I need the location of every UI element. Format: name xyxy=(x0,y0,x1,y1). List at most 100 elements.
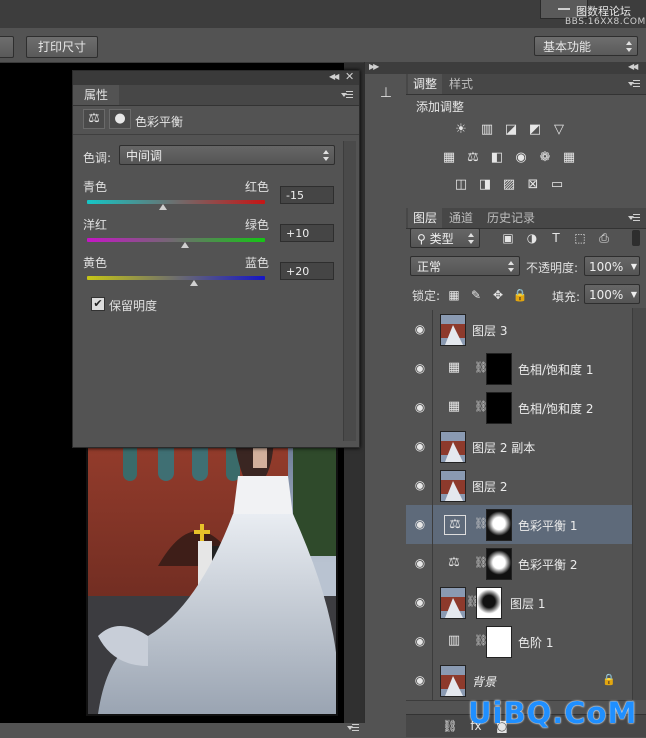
layer-row[interactable]: ◉ 图层 2 副本 xyxy=(406,427,632,467)
photo-filter-icon[interactable]: ◉ xyxy=(512,151,530,165)
vibrance-icon[interactable]: ▽ xyxy=(550,123,568,137)
layer-name: 色彩平衡 2 xyxy=(518,558,578,572)
channel-mixer-icon[interactable]: ❁ xyxy=(536,151,554,165)
link-icon[interactable]: ⛓ xyxy=(466,595,480,609)
close-icon[interactable]: ✕ xyxy=(345,70,354,83)
layer-row[interactable]: ◉ ⚖ ⛓ 色彩平衡 1 xyxy=(406,505,632,545)
properties-scrollbar[interactable] xyxy=(343,141,356,441)
opacity-field[interactable]: 100% ▼ xyxy=(584,256,640,276)
slider-cyan-red-track[interactable] xyxy=(87,200,265,204)
exposure-icon[interactable]: ◩ xyxy=(526,123,544,137)
slider-magenta-green-thumb[interactable] xyxy=(180,242,189,248)
workspace-select[interactable]: 基本功能 xyxy=(534,36,638,56)
color-lookup-icon[interactable]: ▦ xyxy=(560,151,578,165)
selective-color-icon[interactable]: ⊠ xyxy=(524,178,542,192)
layer-mask-thumbnail[interactable] xyxy=(486,509,512,541)
slider-magenta-green-value[interactable]: +10 xyxy=(280,224,334,242)
tab-adjustments[interactable]: 调整 xyxy=(408,74,442,94)
slider-cyan-red-value[interactable]: -15 xyxy=(280,186,334,204)
adjustments-titlebar: ◀◀ xyxy=(406,62,646,74)
slider-yellow-blue-thumb[interactable] xyxy=(189,280,198,286)
slider-magenta-green-track[interactable] xyxy=(87,238,265,242)
print-size-button[interactable]: 打印尺寸 xyxy=(26,36,98,58)
tab-styles[interactable]: 样式 xyxy=(444,74,478,94)
properties-titlebar[interactable]: ◀◀ ✕ xyxy=(73,70,359,85)
gradient-map-icon[interactable]: ▭ xyxy=(548,178,566,192)
visibility-eye-icon[interactable]: ◉ xyxy=(412,595,428,609)
layer-mask-thumbnail[interactable] xyxy=(486,626,512,658)
lock-position-icon[interactable]: ✥ xyxy=(490,287,506,303)
filter-pixel-icon[interactable]: ▣ xyxy=(500,230,516,246)
layers-scrollbar[interactable] xyxy=(632,308,646,700)
invert-icon[interactable]: ◫ xyxy=(452,178,470,192)
preserve-luminosity-checkbox[interactable]: ✔ xyxy=(91,297,105,311)
layer-row[interactable]: ◉ ▦ ⛓ 色相/饱和度 2 xyxy=(406,388,632,428)
layer-row[interactable]: ◉ 图层 3 xyxy=(406,310,632,350)
filter-type-icon[interactable]: T xyxy=(548,230,564,246)
filter-toggle-switch[interactable] xyxy=(632,230,640,246)
lock-transparency-icon[interactable]: ▦ xyxy=(446,287,462,303)
brightness-icon[interactable]: ☀ xyxy=(452,123,470,137)
layer-row[interactable]: ◉ ▥ ⛓ 色阶 1 xyxy=(406,622,632,662)
visibility-eye-icon[interactable]: ◉ xyxy=(412,400,428,414)
fill-field[interactable]: 100% ▼ xyxy=(584,284,640,304)
posterize-icon[interactable]: ◨ xyxy=(476,178,494,192)
panel-menu-icon[interactable] xyxy=(341,91,353,99)
link-icon[interactable]: ⛓ xyxy=(474,361,488,375)
blend-mode-select[interactable]: 正常 xyxy=(410,256,520,276)
slider-cyan-red-thumb[interactable] xyxy=(158,204,167,210)
lock-pixels-icon[interactable]: ✎ xyxy=(468,287,484,303)
layer-row[interactable]: ◉ 背景 🔒 xyxy=(406,661,632,701)
layer-row[interactable]: ◉ 图层 2 xyxy=(406,466,632,506)
visibility-eye-icon[interactable]: ◉ xyxy=(412,322,428,336)
filter-smart-object-icon[interactable]: ⎙ xyxy=(596,230,612,246)
lock-all-icon[interactable]: 🔒 xyxy=(512,287,528,303)
layer-mask-thumbnail[interactable] xyxy=(476,587,502,619)
layer-row[interactable]: ◉ ⛓ 图层 1 xyxy=(406,583,632,623)
slider-yellow-blue-value[interactable]: +20 xyxy=(280,262,334,280)
tab-history[interactable]: 历史记录 xyxy=(480,208,542,228)
layer-mask-thumbnail[interactable] xyxy=(486,392,512,424)
panel-menu-icon[interactable] xyxy=(628,80,640,88)
curves-icon[interactable]: ◪ xyxy=(502,123,520,137)
visibility-eye-icon[interactable]: ◉ xyxy=(412,556,428,570)
options-button-partial[interactable] xyxy=(0,36,14,58)
link-icon[interactable]: ⛓ xyxy=(474,556,488,570)
slider-yellow-blue-track[interactable] xyxy=(87,276,265,280)
visibility-eye-icon[interactable]: ◉ xyxy=(412,361,428,375)
tone-select[interactable]: 中间调 xyxy=(119,145,335,165)
layer-row[interactable]: ◉ ⚖ ⛓ 色彩平衡 2 xyxy=(406,544,632,584)
hue-saturation-icon[interactable]: ▦ xyxy=(440,151,458,165)
filter-adjustment-icon[interactable]: ◑ xyxy=(524,230,540,246)
visibility-eye-icon[interactable]: ◉ xyxy=(412,439,428,453)
tab-channels[interactable]: 通道 xyxy=(444,208,478,228)
tab-properties[interactable]: 属性 xyxy=(73,85,119,105)
color-balance-icon[interactable]: ⚖ xyxy=(464,151,482,165)
visibility-eye-icon[interactable]: ◉ xyxy=(412,673,428,687)
watermark-url: BBS.16XX8.COM xyxy=(565,17,646,27)
layer-mask-icon[interactable]: ● xyxy=(109,109,131,129)
stamp-icon[interactable]: ⊥ xyxy=(377,84,395,102)
link-icon[interactable]: ⛓ xyxy=(474,517,488,531)
layer-mask-thumbnail[interactable] xyxy=(486,548,512,580)
filter-shape-icon[interactable]: ⬚ xyxy=(572,230,588,246)
layer-mask-thumbnail[interactable] xyxy=(486,353,512,385)
lock-icon: 🔒 xyxy=(602,673,616,686)
layer-row[interactable]: ◉ ▦ ⛓ 色相/饱和度 1 xyxy=(406,349,632,389)
link-layers-icon[interactable]: ⛓ xyxy=(442,718,458,734)
link-icon[interactable]: ⛓ xyxy=(474,400,488,414)
panel-menu-icon[interactable] xyxy=(628,214,640,222)
collapse-icon[interactable]: ◀◀ xyxy=(329,72,339,81)
expand-icon[interactable]: ▶▶ xyxy=(369,62,379,71)
layer-filter-select[interactable]: ⚲ 类型 xyxy=(410,228,480,248)
visibility-eye-icon[interactable]: ◉ xyxy=(412,478,428,492)
black-white-icon[interactable]: ◧ xyxy=(488,151,506,165)
threshold-icon[interactable]: ▨ xyxy=(500,178,518,192)
panel-menu-icon[interactable] xyxy=(345,720,365,738)
levels-icon[interactable]: ▥ xyxy=(478,123,496,137)
visibility-eye-icon[interactable]: ◉ xyxy=(412,634,428,648)
link-icon[interactable]: ⛓ xyxy=(474,634,488,648)
visibility-eye-icon[interactable]: ◉ xyxy=(412,517,428,531)
tab-layers[interactable]: 图层 xyxy=(408,208,442,228)
collapse-icon[interactable]: ◀◀ xyxy=(628,62,638,71)
